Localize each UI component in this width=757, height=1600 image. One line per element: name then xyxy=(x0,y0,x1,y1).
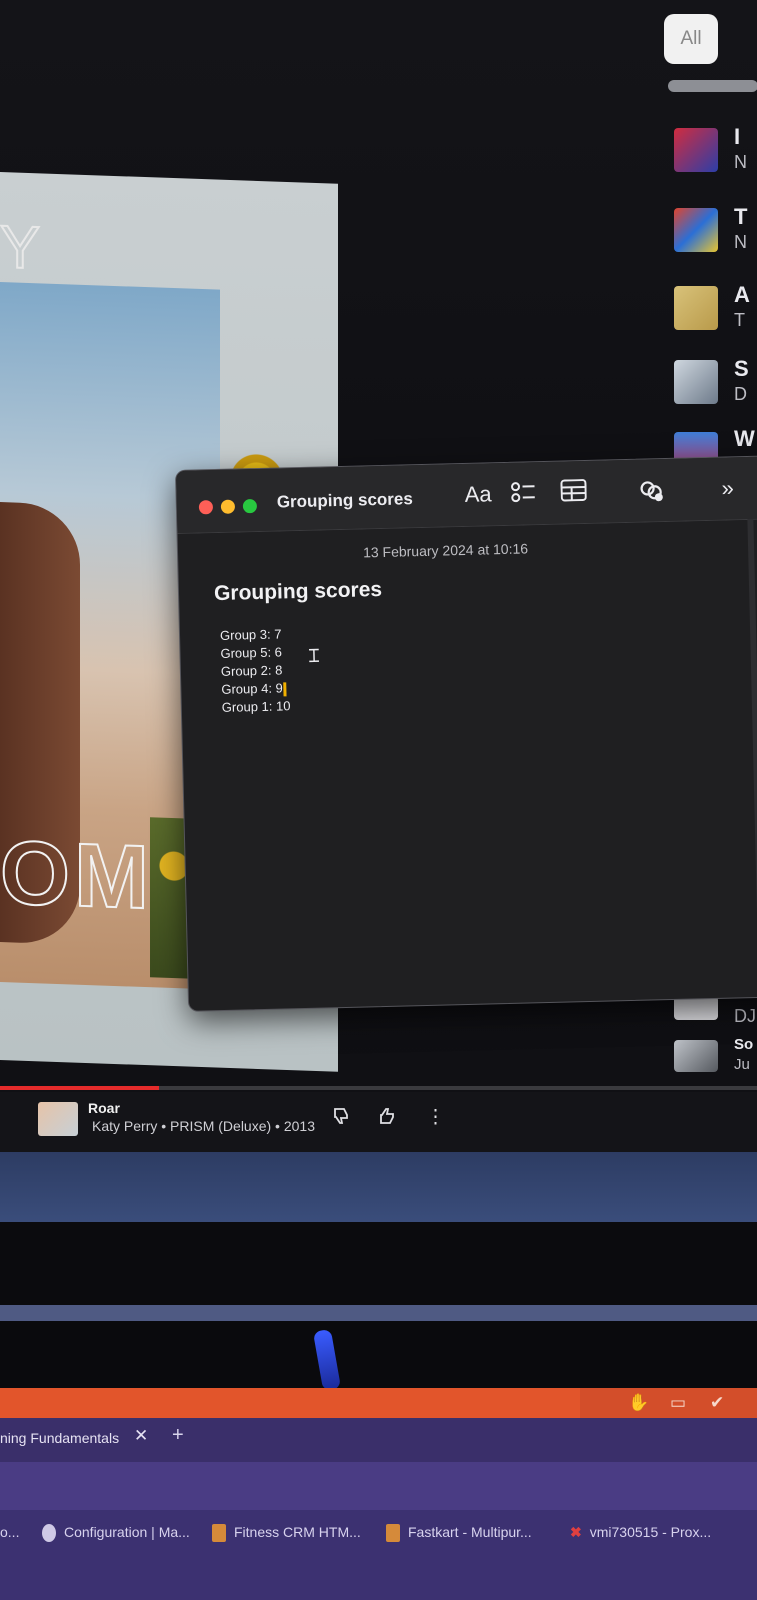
queue-thumbnail[interactable] xyxy=(674,208,718,252)
queue-item-title[interactable]: T xyxy=(734,204,747,230)
notes-scrollbar[interactable] xyxy=(747,518,757,989)
screen-icon[interactable]: ▭ xyxy=(670,1393,686,1413)
bookmark-item[interactable]: Fastkart - Multipur... xyxy=(386,1524,532,1543)
monitor-bezel xyxy=(0,1152,757,1222)
queue-item-title[interactable]: I xyxy=(734,124,740,150)
queue-item-title[interactable]: S xyxy=(734,356,749,382)
note-date: 13 February 2024 at 10:16 xyxy=(362,540,529,561)
format-button[interactable]: Aa xyxy=(464,481,492,508)
queue-thumbnail[interactable] xyxy=(674,286,718,330)
note-line-active[interactable]: Group 4: 9 xyxy=(221,680,287,697)
queue-item-title[interactable]: So xyxy=(734,1036,753,1053)
monitor-screen: Y OM All I N T N A T S D W DJ So Ju Grou… xyxy=(0,0,757,1160)
sidebar-scroll-indicator xyxy=(668,80,757,92)
queue-item-subtitle: Ju xyxy=(734,1056,750,1073)
bookmark-label: Fastkart - Multipur... xyxy=(408,1524,532,1540)
laptop-lid-edge xyxy=(0,1305,757,1321)
browser-address-bar xyxy=(0,1462,757,1510)
bookmark-label: Configuration | Ma... xyxy=(64,1524,190,1540)
notes-window: Grouping scores Aa » 13 February 2024 at… xyxy=(175,455,757,1012)
checklist-icon[interactable] xyxy=(510,480,537,511)
bookmark-item[interactable]: o... xyxy=(0,1524,19,1540)
player-bar: Roar Katy Perry • PRISM (Deluxe) • 2013 … xyxy=(0,1092,757,1152)
now-playing-title[interactable]: Roar xyxy=(88,1100,120,1116)
note-line-text: Group 4: 9 xyxy=(221,680,283,697)
note-line[interactable]: Group 5: 6 xyxy=(220,644,282,660)
note-line[interactable]: Group 2: 8 xyxy=(221,662,283,678)
zoom-button[interactable] xyxy=(242,499,258,514)
queue-thumbnail[interactable] xyxy=(674,360,718,404)
now-playing-thumbnail[interactable] xyxy=(38,1102,78,1136)
bookmark-label: Fitness CRM HTM... xyxy=(234,1524,361,1540)
queue-item-subtitle: DJ xyxy=(734,1006,756,1026)
check-circle-icon[interactable]: ✔ xyxy=(710,1393,724,1413)
browser-header-actions xyxy=(580,1388,757,1418)
new-tab-icon[interactable]: + xyxy=(172,1424,184,1447)
queue-item-subtitle: D xyxy=(734,384,747,404)
collaborate-link-icon[interactable] xyxy=(638,477,665,510)
notes-titlebar: Grouping scores Aa » xyxy=(176,456,757,534)
desk-area xyxy=(0,1222,757,1312)
browser-tab-title[interactable]: ning Fundamentals xyxy=(0,1430,119,1446)
settings-icon xyxy=(42,1524,56,1543)
queue-item-subtitle: T xyxy=(734,310,745,330)
filter-chip-all[interactable]: All xyxy=(664,14,718,64)
queue-item-subtitle: N xyxy=(734,152,747,172)
tab-close-icon[interactable]: ✕ xyxy=(134,1426,148,1446)
table-icon[interactable] xyxy=(560,479,587,508)
laptop-screen-top xyxy=(0,1321,757,1391)
playback-progress-fill xyxy=(0,1086,159,1090)
queue-thumbnail[interactable] xyxy=(674,128,718,172)
minimize-button[interactable] xyxy=(220,499,236,514)
now-playing-subtitle[interactable]: Katy Perry • PRISM (Deluxe) • 2013 xyxy=(92,1118,315,1134)
text-cursor-ibeam-icon: ⌶ xyxy=(308,645,320,666)
note-heading[interactable]: Grouping scores xyxy=(214,578,383,606)
queue-thumbnail[interactable] xyxy=(674,1040,718,1072)
bookmark-item[interactable]: Configuration | Ma... xyxy=(42,1524,190,1543)
site-favicon-icon xyxy=(386,1524,400,1543)
bookmark-label: vmi730515 - Prox... xyxy=(589,1524,712,1540)
window-title: Grouping scores xyxy=(276,489,414,512)
more-options-icon[interactable]: ⋮ xyxy=(426,1106,445,1129)
close-button[interactable] xyxy=(198,500,214,515)
bookmark-item[interactable]: ✖ vmi730515 - Prox... xyxy=(570,1524,711,1542)
queue-item-subtitle: N xyxy=(734,232,747,252)
text-caret xyxy=(283,681,287,696)
site-favicon-icon xyxy=(212,1524,226,1543)
album-letters: OM xyxy=(0,822,154,929)
thumbs-up-icon[interactable] xyxy=(378,1106,398,1132)
queue-item-title[interactable]: W xyxy=(734,426,755,452)
proxmox-x-icon: ✖ xyxy=(570,1524,582,1541)
bookmark-item[interactable]: Fitness CRM HTM... xyxy=(212,1524,361,1543)
thumbs-down-icon[interactable] xyxy=(332,1106,352,1132)
note-line[interactable]: Group 3: 7 xyxy=(220,626,282,642)
hand-icon[interactable]: ✋ xyxy=(628,1393,649,1413)
album-letter-y: Y xyxy=(0,212,41,282)
note-line[interactable]: Group 1: 10 xyxy=(222,698,291,715)
queue-item-title[interactable]: A xyxy=(734,282,750,308)
more-chevron-icon[interactable]: » xyxy=(721,475,734,501)
